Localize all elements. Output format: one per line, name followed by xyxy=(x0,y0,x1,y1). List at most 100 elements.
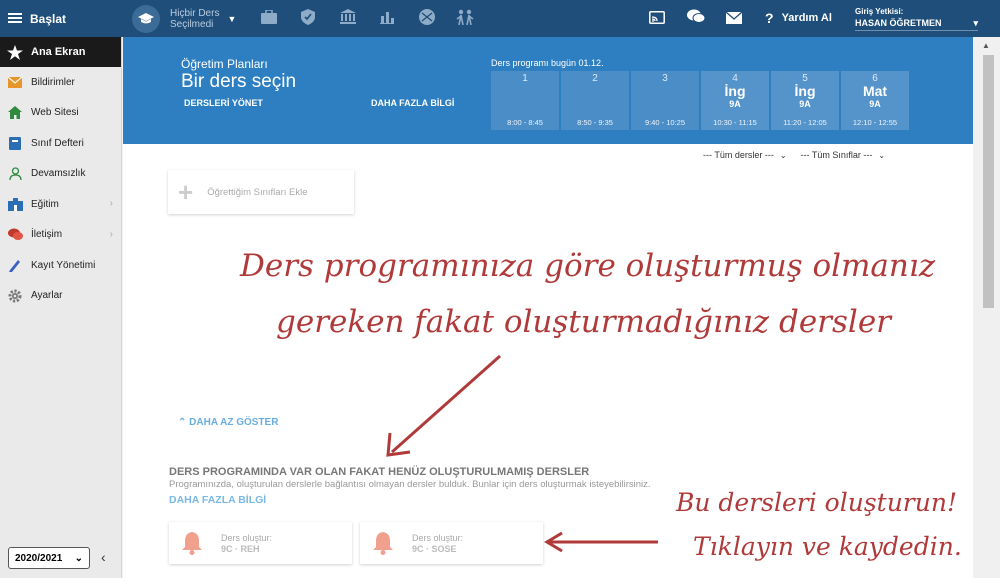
start-menu-button[interactable]: Başlat xyxy=(0,0,122,37)
annotation-line-2: gereken fakat oluşturmadığınız dersler xyxy=(276,304,891,340)
sidebar-item-label: Ana Ekran xyxy=(31,46,86,58)
hamburger-icon xyxy=(8,13,22,24)
sidebar-item-notifications[interactable]: Bildirimler xyxy=(0,67,121,98)
period-number: 2 xyxy=(592,73,598,84)
period-tile[interactable]: 3 9:40 - 10:25 xyxy=(631,71,699,130)
scroll-up-arrow-icon[interactable]: ▲ xyxy=(982,41,990,50)
course-selector-line1: Hiçbir Ders xyxy=(170,8,220,19)
top-bar: Başlat Hiçbir Ders Seçilmedi ▼ ? Yardım … xyxy=(0,0,1000,37)
sidebar-item-class-book[interactable]: Sınıf Defteri xyxy=(0,128,121,159)
course-name: 9C · REH xyxy=(221,543,260,554)
sidebar-item-communication[interactable]: İletişim › xyxy=(0,220,121,251)
annotation-line-3: Bu dersleri oluşturun! xyxy=(676,488,958,517)
people-icon[interactable] xyxy=(455,9,475,29)
scrollbar-thumb[interactable] xyxy=(983,55,994,308)
schedule-periods: 1 8:00 - 8:45 2 8:50 - 9:35 3 9:40 - 10:… xyxy=(491,71,911,130)
show-less-label: DAHA AZ GÖSTER xyxy=(189,417,279,428)
school-year-value: 2020/2021 xyxy=(15,552,63,564)
class-filter-value: --- Tüm Sınıflar --- xyxy=(800,150,873,160)
dropdown-caret-icon: ▾ xyxy=(973,18,978,28)
house-icon xyxy=(7,106,23,120)
sidebar-item-label: İletişim xyxy=(31,229,63,241)
chevron-down-icon: ⌄ xyxy=(779,150,787,160)
sidebar-item-registration[interactable]: Kayıt Yönetimi xyxy=(0,250,121,281)
bell-icon xyxy=(181,531,203,555)
page-title: Bir ders seçin xyxy=(181,71,297,92)
help-button[interactable]: ? Yardım Al xyxy=(765,10,832,26)
vertical-scrollbar[interactable]: ▲ xyxy=(973,37,1000,578)
period-tile[interactable]: 2 8:50 - 9:35 xyxy=(561,71,629,130)
sidebar-item-label: Web Sitesi xyxy=(31,107,79,119)
sidebar-item-website[interactable]: Web Sitesi xyxy=(0,98,121,129)
chat-bubbles-icon[interactable] xyxy=(686,9,706,29)
sidebar-item-label: Eğitim xyxy=(31,198,59,210)
period-tile[interactable]: 5 İng 9A 11:20 - 12:05 xyxy=(771,71,839,130)
period-tile[interactable]: 6 Mat 9A 12:10 - 12:55 xyxy=(841,71,909,130)
course-name: 9C · SOSE xyxy=(412,543,457,554)
sidebar: Ana Ekran Bildirimler Web Sitesi Sınıf D… xyxy=(0,37,122,578)
show-less-link[interactable]: ⌃ DAHA AZ GÖSTER xyxy=(178,417,278,428)
create-course-card[interactable]: Ders oluştur: 9C · REH xyxy=(169,522,352,564)
filters: --- Tüm dersler --- ⌄ --- Tüm Sınıflar -… xyxy=(703,150,899,160)
collapse-sidebar-icon[interactable]: ‹ xyxy=(101,549,106,565)
chevron-down-icon: ⌄ xyxy=(878,150,886,160)
period-class: 9A xyxy=(799,99,811,109)
app-window: Başlat Hiçbir Ders Seçilmedi ▼ ? Yardım … xyxy=(0,0,1000,578)
class-filter-select[interactable]: --- Tüm Sınıflar --- ⌄ xyxy=(801,150,886,160)
period-subject: İng xyxy=(724,83,746,99)
sidebar-item-education[interactable]: Eğitim › xyxy=(0,189,121,220)
schedule-today-label: Ders programı bugün 01.12. xyxy=(491,58,604,68)
sidebar-item-label: Kayıt Yönetimi xyxy=(31,259,96,271)
ball-icon[interactable] xyxy=(417,9,437,29)
more-info-link[interactable]: DAHA FAZLA BİLGİ xyxy=(371,98,454,108)
add-class-button[interactable]: + Öğrettiğim Sınıfları Ekle xyxy=(168,170,354,214)
annotation-line-4: Tıklayın ve kaydedin. xyxy=(693,532,962,561)
period-tile[interactable]: 1 8:00 - 8:45 xyxy=(491,71,559,130)
period-time: 12:10 - 12:55 xyxy=(852,118,898,127)
create-course-card[interactable]: Ders oluştur: 9C · SOSE xyxy=(360,522,543,564)
course-filter-value: --- Tüm dersler --- xyxy=(703,150,774,160)
notebook-icon xyxy=(7,136,23,150)
login-label: Giriş Yetkisi: xyxy=(855,7,904,16)
bar-chart-icon[interactable] xyxy=(377,9,397,29)
sidebar-item-label: Bildirimler xyxy=(31,76,75,88)
sidebar-item-attendance[interactable]: Devamsızlık xyxy=(0,159,121,190)
school-icon xyxy=(7,197,23,211)
plus-icon: + xyxy=(178,176,194,207)
header-subtitle: Öğretim Planları xyxy=(181,57,268,71)
create-course-label: Ders oluştur: xyxy=(221,532,273,543)
chat-icon xyxy=(7,228,23,242)
login-dropdown[interactable]: Giriş Yetkisi: HASAN ÖĞRETMEN ▾ xyxy=(855,7,978,31)
brand-label: Başlat xyxy=(30,11,67,26)
help-label: Yardım Al xyxy=(781,12,832,24)
mail-icon[interactable] xyxy=(724,9,744,29)
period-number: 1 xyxy=(522,73,528,84)
period-time: 9:40 - 10:25 xyxy=(644,118,686,127)
shield-icon[interactable] xyxy=(298,9,318,29)
annotation-line-1: Ders programınıza göre oluşturmuş olmanı… xyxy=(240,248,936,284)
chevron-right-icon: › xyxy=(109,228,113,240)
cast-icon[interactable] xyxy=(647,9,667,29)
pen-icon xyxy=(7,258,23,273)
period-tile[interactable]: 4 İng 9A 10:30 - 11:15 xyxy=(701,71,769,130)
section-heading: DERS PROGRAMINDA VAR OLAN FAKAT HENÜZ OL… xyxy=(169,466,590,478)
school-year-select[interactable]: 2020/2021 ⌄ xyxy=(8,547,90,569)
manage-courses-link[interactable]: DERSLERİ YÖNET xyxy=(184,98,263,108)
period-subject: Mat xyxy=(862,83,888,99)
period-class: 9A xyxy=(869,99,881,109)
lesson-plan-header: Öğretim Planları Bir ders seçin DERSLERİ… xyxy=(123,37,973,144)
course-filter-select[interactable]: --- Tüm dersler --- ⌄ xyxy=(703,150,787,160)
gear-icon xyxy=(7,289,23,303)
sidebar-item-home[interactable]: Ana Ekran xyxy=(0,37,121,67)
person-icon xyxy=(7,167,23,181)
bell-icon xyxy=(372,531,394,555)
period-time: 10:30 - 11:15 xyxy=(713,118,757,127)
briefcase-icon[interactable] xyxy=(259,9,279,29)
institution-icon[interactable] xyxy=(338,9,358,29)
chevron-right-icon: › xyxy=(109,198,113,209)
chevron-down-icon: ⌄ xyxy=(74,552,83,564)
sidebar-item-settings[interactable]: Ayarlar xyxy=(0,281,121,312)
sidebar-item-label: Devamsızlık xyxy=(31,168,86,180)
sidebar-item-label: Ayarlar xyxy=(31,290,63,302)
course-selector[interactable]: Hiçbir Ders Seçilmedi ▼ xyxy=(132,4,236,34)
